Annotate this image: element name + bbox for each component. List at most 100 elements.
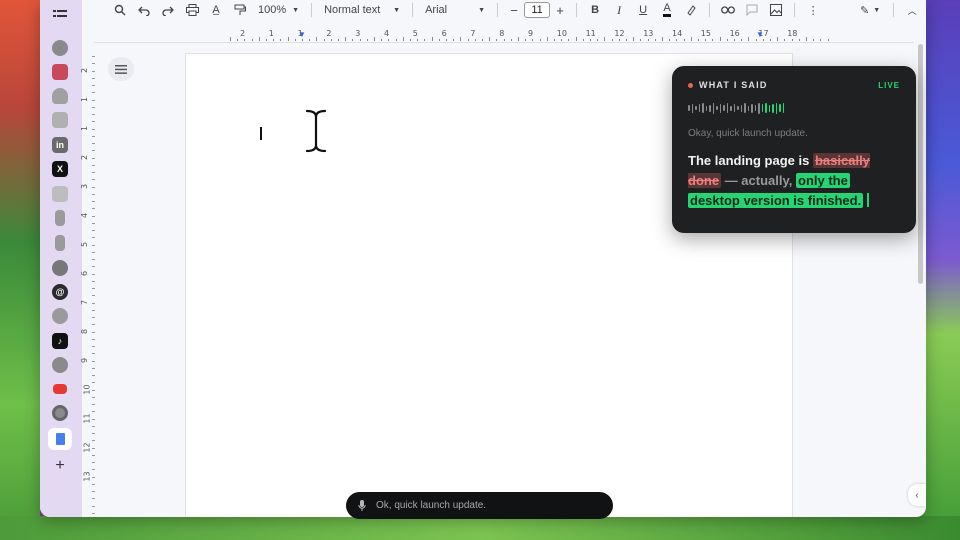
ruler-number: 7 <box>470 29 476 38</box>
highlight-button[interactable] <box>679 1 703 19</box>
threads-icon[interactable]: @ <box>52 284 68 300</box>
ruler-tick <box>92 99 95 101</box>
dictation-bar[interactable]: Ok, quick launch update. <box>346 492 613 519</box>
ruler-number: 6 <box>80 270 90 277</box>
ruler-tick <box>258 37 260 41</box>
ruler-tick <box>92 476 95 478</box>
app-icon[interactable] <box>52 112 68 128</box>
ruler-number: 4 <box>384 29 390 38</box>
ruler-number: 8 <box>80 328 90 335</box>
app-icon[interactable] <box>52 64 68 80</box>
zoom-dropdown[interactable]: 100% ▼ <box>252 4 305 16</box>
whatsapp-icon[interactable] <box>52 308 68 324</box>
italic-button[interactable]: I <box>607 1 631 19</box>
text-color-button[interactable]: A <box>655 1 679 19</box>
right-indent-marker[interactable]: ▼ <box>756 30 764 39</box>
correction-aside: — actually, <box>724 173 793 188</box>
ruler-tick <box>791 39 793 41</box>
list-icon[interactable] <box>52 6 68 22</box>
ruler-tick <box>474 39 476 41</box>
ruler-tick <box>92 179 95 181</box>
highlighter-icon <box>687 5 696 16</box>
ruler-tick <box>755 39 757 41</box>
ruler-tick <box>784 39 786 41</box>
font-dropdown[interactable]: Arial ▼ <box>419 4 491 16</box>
document-outline-button[interactable] <box>108 57 134 81</box>
ruler-tick <box>496 39 498 41</box>
chrome-icon[interactable] <box>52 405 68 421</box>
increase-font-button[interactable]: + <box>550 1 570 19</box>
waveform-bar <box>698 104 700 112</box>
undo-icon <box>138 6 150 16</box>
youtube-icon[interactable] <box>53 384 67 394</box>
style-dropdown[interactable]: Normal text ▼ <box>318 4 406 16</box>
spellcheck-button[interactable]: A̲ <box>204 1 228 19</box>
ruler-tick <box>546 37 548 41</box>
ruler-tick <box>597 39 599 41</box>
ruler-tick <box>92 273 95 275</box>
chevron-up-icon: ︿ <box>907 5 917 16</box>
ruler-tick <box>92 309 95 311</box>
app-icon[interactable] <box>52 260 68 276</box>
app-icon[interactable] <box>55 210 65 226</box>
ruler-tick <box>92 63 95 65</box>
ruler-tick <box>662 37 663 41</box>
dictation-text: Ok, quick launch update. <box>376 500 487 511</box>
ruler-number: 6 <box>441 29 447 38</box>
collapse-menus-button[interactable]: ︿ <box>900 1 924 19</box>
toolbar-divider <box>412 3 414 17</box>
ruler-number: 15 <box>700 29 711 38</box>
transcript-cursor <box>867 193 869 207</box>
waveform-bar <box>765 103 767 113</box>
toolbar-divider <box>709 3 711 17</box>
decrease-font-button[interactable]: − <box>504 1 524 19</box>
previous-utterance: Okay, quick launch update. <box>688 128 808 139</box>
ruler-tick <box>92 498 95 500</box>
vertical-ruler[interactable]: 2 1 1 2 3 4 5 6 7 8 9 10 11 12 13 <box>80 52 95 517</box>
print-button[interactable] <box>180 1 204 19</box>
editing-mode-button[interactable]: ✎ ▼ <box>853 1 887 19</box>
globe-icon[interactable] <box>52 40 68 56</box>
bold-button[interactable]: B <box>583 1 607 19</box>
plus-icon[interactable]: + <box>52 457 68 474</box>
ruler-tick <box>92 114 95 115</box>
underline-button[interactable]: U <box>631 1 655 19</box>
more-options-button[interactable]: ⋮ <box>801 1 825 19</box>
redo-button[interactable] <box>156 1 180 19</box>
linkedin-icon[interactable]: in <box>52 137 68 153</box>
link-button[interactable] <box>716 1 740 19</box>
ruler-tick <box>92 201 95 202</box>
globe-icon[interactable] <box>52 357 68 373</box>
ruler-tick <box>92 389 95 391</box>
side-panel-toggle-button[interactable]: ‹ <box>908 484 926 506</box>
app-icon[interactable] <box>52 186 68 202</box>
ruler-tick <box>374 37 375 41</box>
ruler-tick <box>604 37 606 41</box>
ruler-tick <box>820 39 822 41</box>
ruler-tick <box>92 353 95 355</box>
desktop-wallpaper-left <box>0 0 40 540</box>
x-icon[interactable]: X <box>52 161 68 177</box>
comment-button[interactable] <box>740 1 764 19</box>
ruler-tick <box>92 382 95 384</box>
left-indent-marker[interactable]: ▼ <box>298 30 306 39</box>
app-icon[interactable] <box>55 235 65 251</box>
scrollbar-thumb[interactable] <box>918 44 923 284</box>
search-menu-button[interactable] <box>108 1 132 19</box>
horizontal-ruler[interactable]: 2 1 1 2 3 4 5 6 7 8 9 10 11 12 13 14 15 16 17 18 ▼ ▼ <box>226 28 832 42</box>
cloud-icon[interactable] <box>52 88 68 104</box>
font-size-input[interactable]: 11 <box>524 2 551 18</box>
insert-image-button[interactable] <box>764 1 788 19</box>
tiktok-icon[interactable]: ♪ <box>52 333 68 349</box>
bold-icon: B <box>591 4 600 16</box>
vertical-scrollbar[interactable] <box>916 42 926 517</box>
paint-format-button[interactable] <box>228 1 252 19</box>
ruler-tick <box>92 317 95 318</box>
ruler-tick <box>92 230 95 231</box>
ruler-tick <box>92 157 95 159</box>
docs-icon[interactable] <box>48 428 72 450</box>
undo-button[interactable] <box>132 1 156 19</box>
waveform-bar <box>695 106 697 110</box>
ruler-tick <box>92 331 95 333</box>
ruler-tick <box>705 39 707 41</box>
